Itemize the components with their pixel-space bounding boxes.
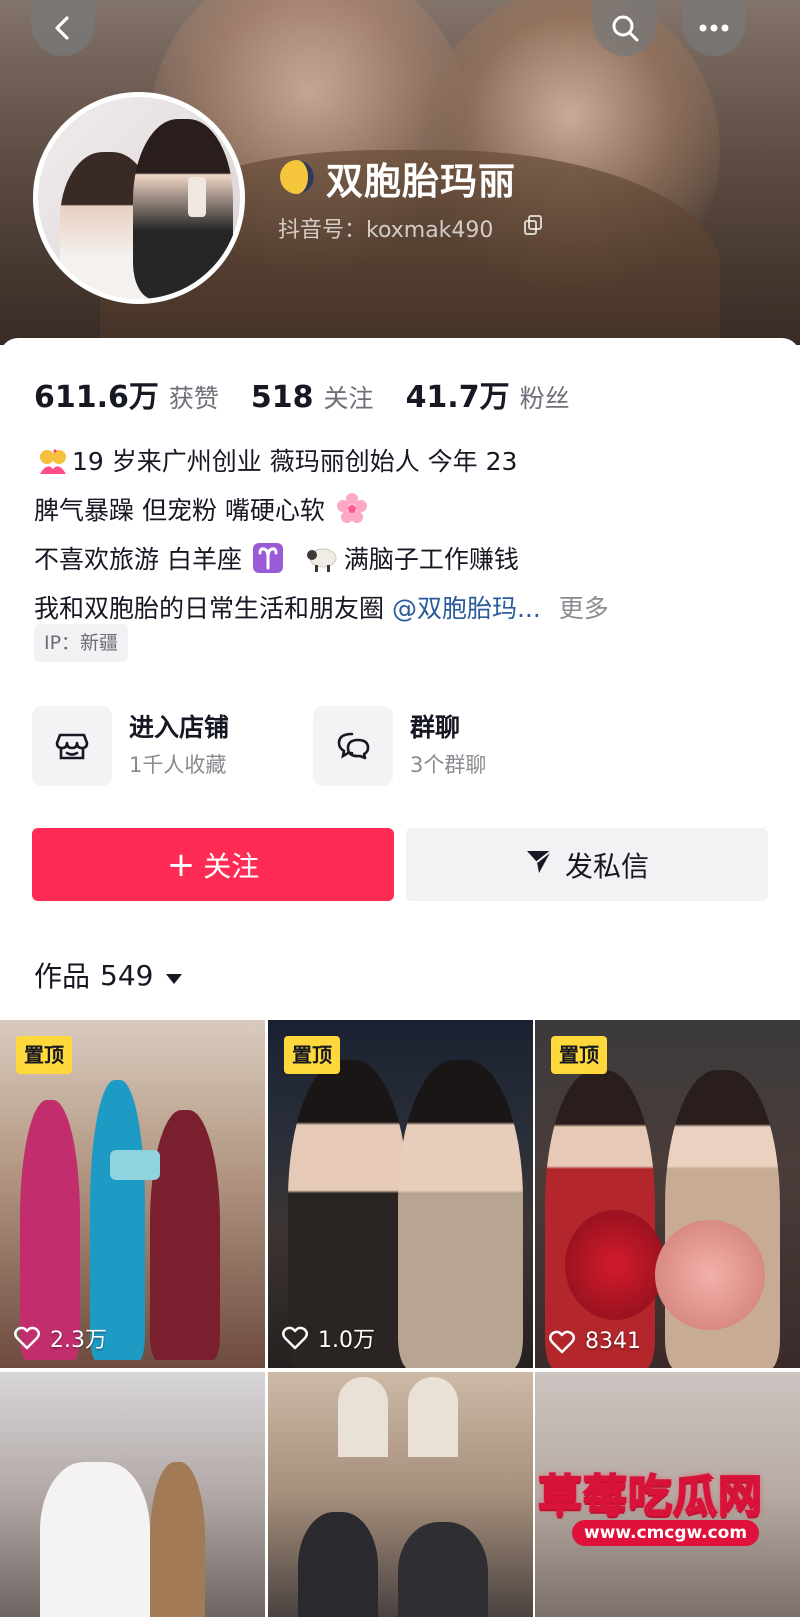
follow-button-label: 关注	[203, 849, 260, 883]
bio-line-4: 我和双胞胎的日常生活和朋友圈 @双胞胎玛... 更多	[34, 587, 774, 631]
aries-emoji	[252, 543, 283, 587]
bio-line-1: 19 岁来广州创业 薇玛丽创始人 今年 23	[34, 440, 774, 489]
store-icon	[32, 706, 112, 786]
group-chat-entry-title: 群聊	[410, 713, 461, 742]
message-button[interactable]: 发私信	[406, 828, 768, 901]
more-icon	[698, 23, 730, 33]
works-tab[interactable]: 作品 549	[34, 955, 183, 995]
video-thumb[interactable]: 置顶 2.3万	[0, 1020, 265, 1368]
thumb-window	[408, 1377, 458, 1457]
bio-text-3a: 不喜欢旅游 白羊座	[34, 545, 242, 574]
works-count: 549	[100, 958, 154, 992]
back-icon	[50, 15, 76, 41]
sheep-emoji	[305, 543, 341, 587]
thumb-figure	[150, 1110, 220, 1360]
group-chat-entry[interactable]: 群聊 3个群聊	[313, 704, 486, 788]
mention-link[interactable]: @双胞胎玛...	[392, 594, 541, 623]
store-entry-sub: 1千人收藏	[129, 753, 227, 777]
store-entry-title: 进入店铺	[129, 713, 230, 742]
thumb-cake	[110, 1150, 160, 1180]
bio-text-2: 脾气暴躁 但宠粉 嘴硬心软	[34, 496, 325, 525]
following-label[interactable]: 关注	[324, 379, 374, 415]
plus-icon: +	[166, 844, 196, 885]
message-button-label: 发私信	[564, 849, 649, 883]
heart-icon	[14, 1326, 40, 1350]
thumb-figure	[298, 1512, 378, 1617]
thumb-figure	[150, 1462, 205, 1617]
watermark-title: 草莓吃瓜网	[537, 1470, 763, 1523]
douyin-id: 抖音号：koxmak490	[278, 218, 494, 243]
video-thumb[interactable]	[0, 1372, 265, 1617]
video-likes: 1.0万	[282, 1322, 375, 1354]
likes-count: 611.6万	[34, 380, 159, 415]
bio-text-4: 我和双胞胎的日常生活和朋友圈	[34, 594, 385, 623]
video-likes: 8341	[549, 1329, 641, 1354]
followers-count[interactable]: 41.7万	[406, 372, 510, 416]
avatar[interactable]	[33, 92, 245, 304]
video-likes-count: 2.3万	[50, 1328, 107, 1353]
copy-icon[interactable]	[524, 215, 542, 239]
thumb-window	[338, 1377, 388, 1457]
followers-label[interactable]: 粉丝	[520, 379, 570, 415]
thumb-roses-pink	[655, 1220, 765, 1330]
caret-down-icon	[153, 959, 183, 992]
group-chat-icon	[313, 706, 393, 786]
video-thumb[interactable]: 置顶 8341	[535, 1020, 800, 1368]
video-likes-count: 1.0万	[318, 1328, 375, 1353]
bio-line-2: 脾气暴躁 但宠粉 嘴硬心软	[34, 489, 774, 538]
video-thumb[interactable]: 置顶 1.0万	[268, 1020, 533, 1368]
video-likes-count: 8341	[585, 1329, 641, 1354]
search-icon	[610, 13, 640, 43]
heart-icon	[282, 1326, 308, 1350]
heart-icon	[549, 1330, 575, 1353]
thumb-figure	[40, 1462, 150, 1617]
video-thumb[interactable]	[268, 1372, 533, 1617]
couple-kiss-emoji	[37, 445, 69, 489]
following-count[interactable]: 518	[251, 380, 314, 415]
stats-row: 611.6万 获赞 518 关注 41.7万 粉丝	[34, 372, 602, 415]
bio-text-1: 19 岁来广州创业 薇玛丽创始人 今年 23	[72, 447, 518, 476]
pinned-tag: 置顶	[16, 1036, 72, 1074]
pinned-tag: 置顶	[551, 1036, 607, 1074]
nickname: 双胞胎玛丽	[326, 160, 516, 203]
thumb-figure	[398, 1522, 488, 1617]
moon-icon	[278, 158, 316, 196]
video-likes: 2.3万	[14, 1322, 107, 1354]
cherry-blossom-emoji	[336, 492, 368, 538]
thumb-figure	[398, 1060, 523, 1368]
bio-line-3: 不喜欢旅游 白羊座 满脑子工作赚钱	[34, 538, 774, 587]
works-tab-label: 作品	[34, 960, 91, 993]
bio-more-link[interactable]: 更多	[559, 594, 609, 623]
pinned-tag: 置顶	[284, 1036, 340, 1074]
avatar-figure-right	[133, 119, 233, 299]
ip-location-tag: IP：新疆	[34, 624, 129, 662]
watermark-url: www.cmcgw.com	[572, 1520, 760, 1546]
send-icon	[525, 848, 565, 881]
avatar-product	[188, 177, 206, 217]
store-entry[interactable]: 进入店铺 1千人收藏	[32, 704, 229, 788]
likes-label: 获赞	[168, 384, 219, 413]
thumb-figure	[90, 1080, 145, 1360]
follow-button[interactable]: + 关注	[32, 828, 394, 901]
group-chat-entry-sub: 3个群聊	[410, 753, 487, 777]
bio: 19 岁来广州创业 薇玛丽创始人 今年 23 脾气暴躁 但宠粉 嘴硬心软 不喜欢…	[34, 440, 774, 631]
bio-text-3b: 满脑子工作赚钱	[343, 545, 519, 574]
thumb-figure	[20, 1100, 80, 1360]
thumb-roses-red	[565, 1210, 665, 1320]
